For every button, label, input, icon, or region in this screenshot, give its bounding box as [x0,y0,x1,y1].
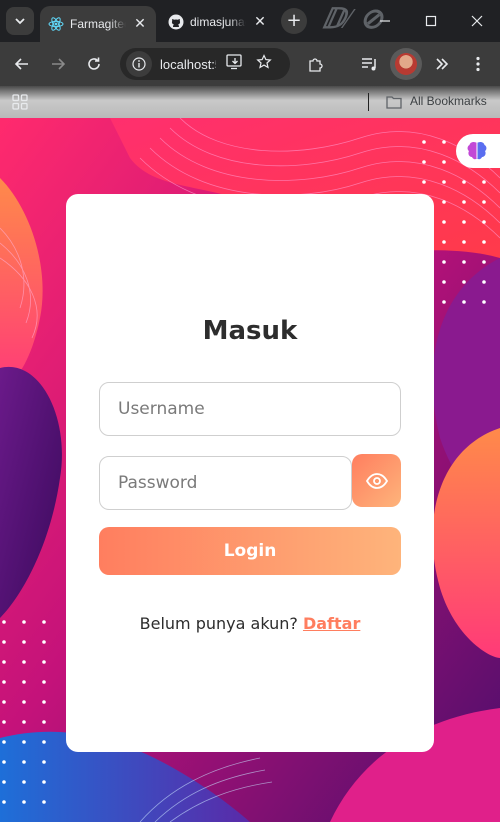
url-text: localhost:5173 [160,56,216,72]
overflow-chevrons-icon[interactable] [430,52,454,76]
login-button[interactable]: Login [99,527,401,575]
tab-title: Farmagitech [70,17,126,31]
signup-link[interactable]: Daftar [303,614,360,633]
page-title: Masuk [202,316,298,346]
extensions-icon[interactable] [304,52,328,76]
site-info-icon[interactable] [126,51,152,77]
signup-prompt-text: Belum punya akun? [139,614,298,633]
minimize-icon[interactable] [370,8,400,34]
extension-brain-icon[interactable] [456,134,500,168]
back-icon[interactable] [10,52,34,76]
tab-farmagitech[interactable]: Farmagitech ✕ [40,6,156,42]
github-icon [168,14,184,30]
address-bar[interactable]: localhost:5173 [120,48,290,80]
forward-icon[interactable] [46,52,70,76]
signup-prompt: Belum punya akun? Daftar [66,614,434,633]
window-close-icon[interactable] [462,8,492,34]
bookmarks-divider [368,93,369,111]
new-tab-button[interactable]: + [281,8,307,34]
kebab-menu-icon[interactable] [466,52,490,76]
apps-grid-icon[interactable] [12,94,28,110]
maximize-icon[interactable] [416,8,446,34]
tab-strip: Farmagitech ✕ dimasjunaedi ✕ + ⅅ⁄ ⊘ [0,0,500,42]
password-input[interactable] [99,456,352,510]
avatar[interactable] [390,48,422,80]
browser-toolbar: localhost:5173 [0,42,500,115]
close-icon[interactable]: ✕ [132,16,148,32]
profile-picture [395,53,417,75]
tab-search-button[interactable] [6,7,34,35]
tab-github[interactable]: dimasjunaedi ✕ [160,6,276,38]
all-bookmarks-link[interactable]: All Bookmarks [410,94,487,108]
username-input[interactable] [99,382,401,436]
login-card: Masuk Login Belum punya akun? Daftar [66,194,434,752]
folder-icon [386,96,402,109]
bookmarks-bar: All Bookmarks [0,86,500,118]
close-icon[interactable]: ✕ [252,14,268,30]
chevron-down-icon [15,18,25,25]
eye-icon [365,472,388,489]
toggle-password-visibility-button[interactable] [352,454,401,507]
bookmark-star-icon[interactable] [256,54,272,74]
react-icon [48,17,64,31]
tab-title: dimasjunaedi [190,15,246,29]
page-viewport: Masuk Login Belum punya akun? Daftar [0,118,500,822]
media-controls-icon[interactable] [358,52,382,76]
install-app-icon[interactable] [226,54,244,74]
reload-icon[interactable] [82,52,106,76]
